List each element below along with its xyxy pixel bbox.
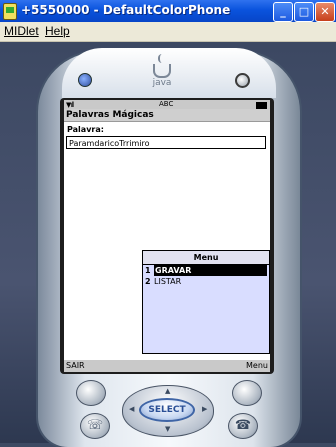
maximize-button[interactable]: □ bbox=[294, 2, 314, 22]
phone-icon: ☏ bbox=[86, 418, 104, 433]
window-title: +5550000 - DefaultColorPhone bbox=[21, 3, 231, 17]
menu-title: Menu bbox=[143, 251, 269, 265]
arrow-down-icon[interactable]: ▼ bbox=[165, 425, 170, 433]
title-bar: +5550000 - DefaultColorPhone _ □ ✕ bbox=[0, 0, 336, 23]
palavra-label: Palavra: bbox=[67, 125, 104, 134]
right-soft-key[interactable] bbox=[232, 380, 262, 406]
end-call-key[interactable]: ☎ bbox=[228, 413, 258, 439]
arrow-up-icon[interactable]: ▲ bbox=[165, 387, 170, 395]
palavra-text-field[interactable]: ParamdaricoTrrimiro bbox=[66, 136, 266, 149]
java-logo-icon: java bbox=[151, 54, 173, 92]
app-icon bbox=[3, 3, 17, 20]
close-button[interactable]: ✕ bbox=[315, 2, 335, 22]
phone-screen: ▼ıll ABC Palavras Mágicas Palavra: Param… bbox=[64, 100, 270, 372]
options-menu: Menu 1 GRAVAR 2 LISTAR bbox=[142, 250, 270, 354]
menu-item-listar[interactable]: 2 LISTAR bbox=[143, 276, 269, 287]
input-mode-indicator: ABC bbox=[159, 100, 174, 108]
menu-bar: MIDlet Help bbox=[0, 22, 336, 42]
power-button[interactable] bbox=[235, 73, 250, 88]
select-button[interactable]: SELECT bbox=[139, 398, 195, 422]
soft-key-right-label[interactable]: Menu bbox=[246, 360, 268, 372]
status-bar: ▼ıll ABC bbox=[64, 100, 270, 109]
left-soft-key[interactable] bbox=[76, 380, 106, 406]
hang-up-icon: ☎ bbox=[234, 418, 252, 433]
soft-key-bar: SAIR Menu bbox=[64, 360, 270, 372]
call-key[interactable]: ☏ bbox=[80, 413, 110, 439]
form-title: Palavras Mágicas bbox=[64, 109, 270, 122]
menu-help[interactable]: Help bbox=[45, 24, 70, 38]
arrow-right-icon[interactable]: ▶ bbox=[202, 405, 207, 413]
indicator-light-icon bbox=[78, 73, 92, 87]
minimize-button[interactable]: _ bbox=[273, 2, 293, 22]
soft-key-left-label[interactable]: SAIR bbox=[66, 360, 85, 372]
arrow-left-icon[interactable]: ◀ bbox=[129, 405, 134, 413]
menu-midlet[interactable]: MIDlet bbox=[4, 24, 39, 38]
menu-item-gravar[interactable]: 1 GRAVAR bbox=[143, 265, 269, 276]
battery-icon bbox=[256, 102, 267, 109]
